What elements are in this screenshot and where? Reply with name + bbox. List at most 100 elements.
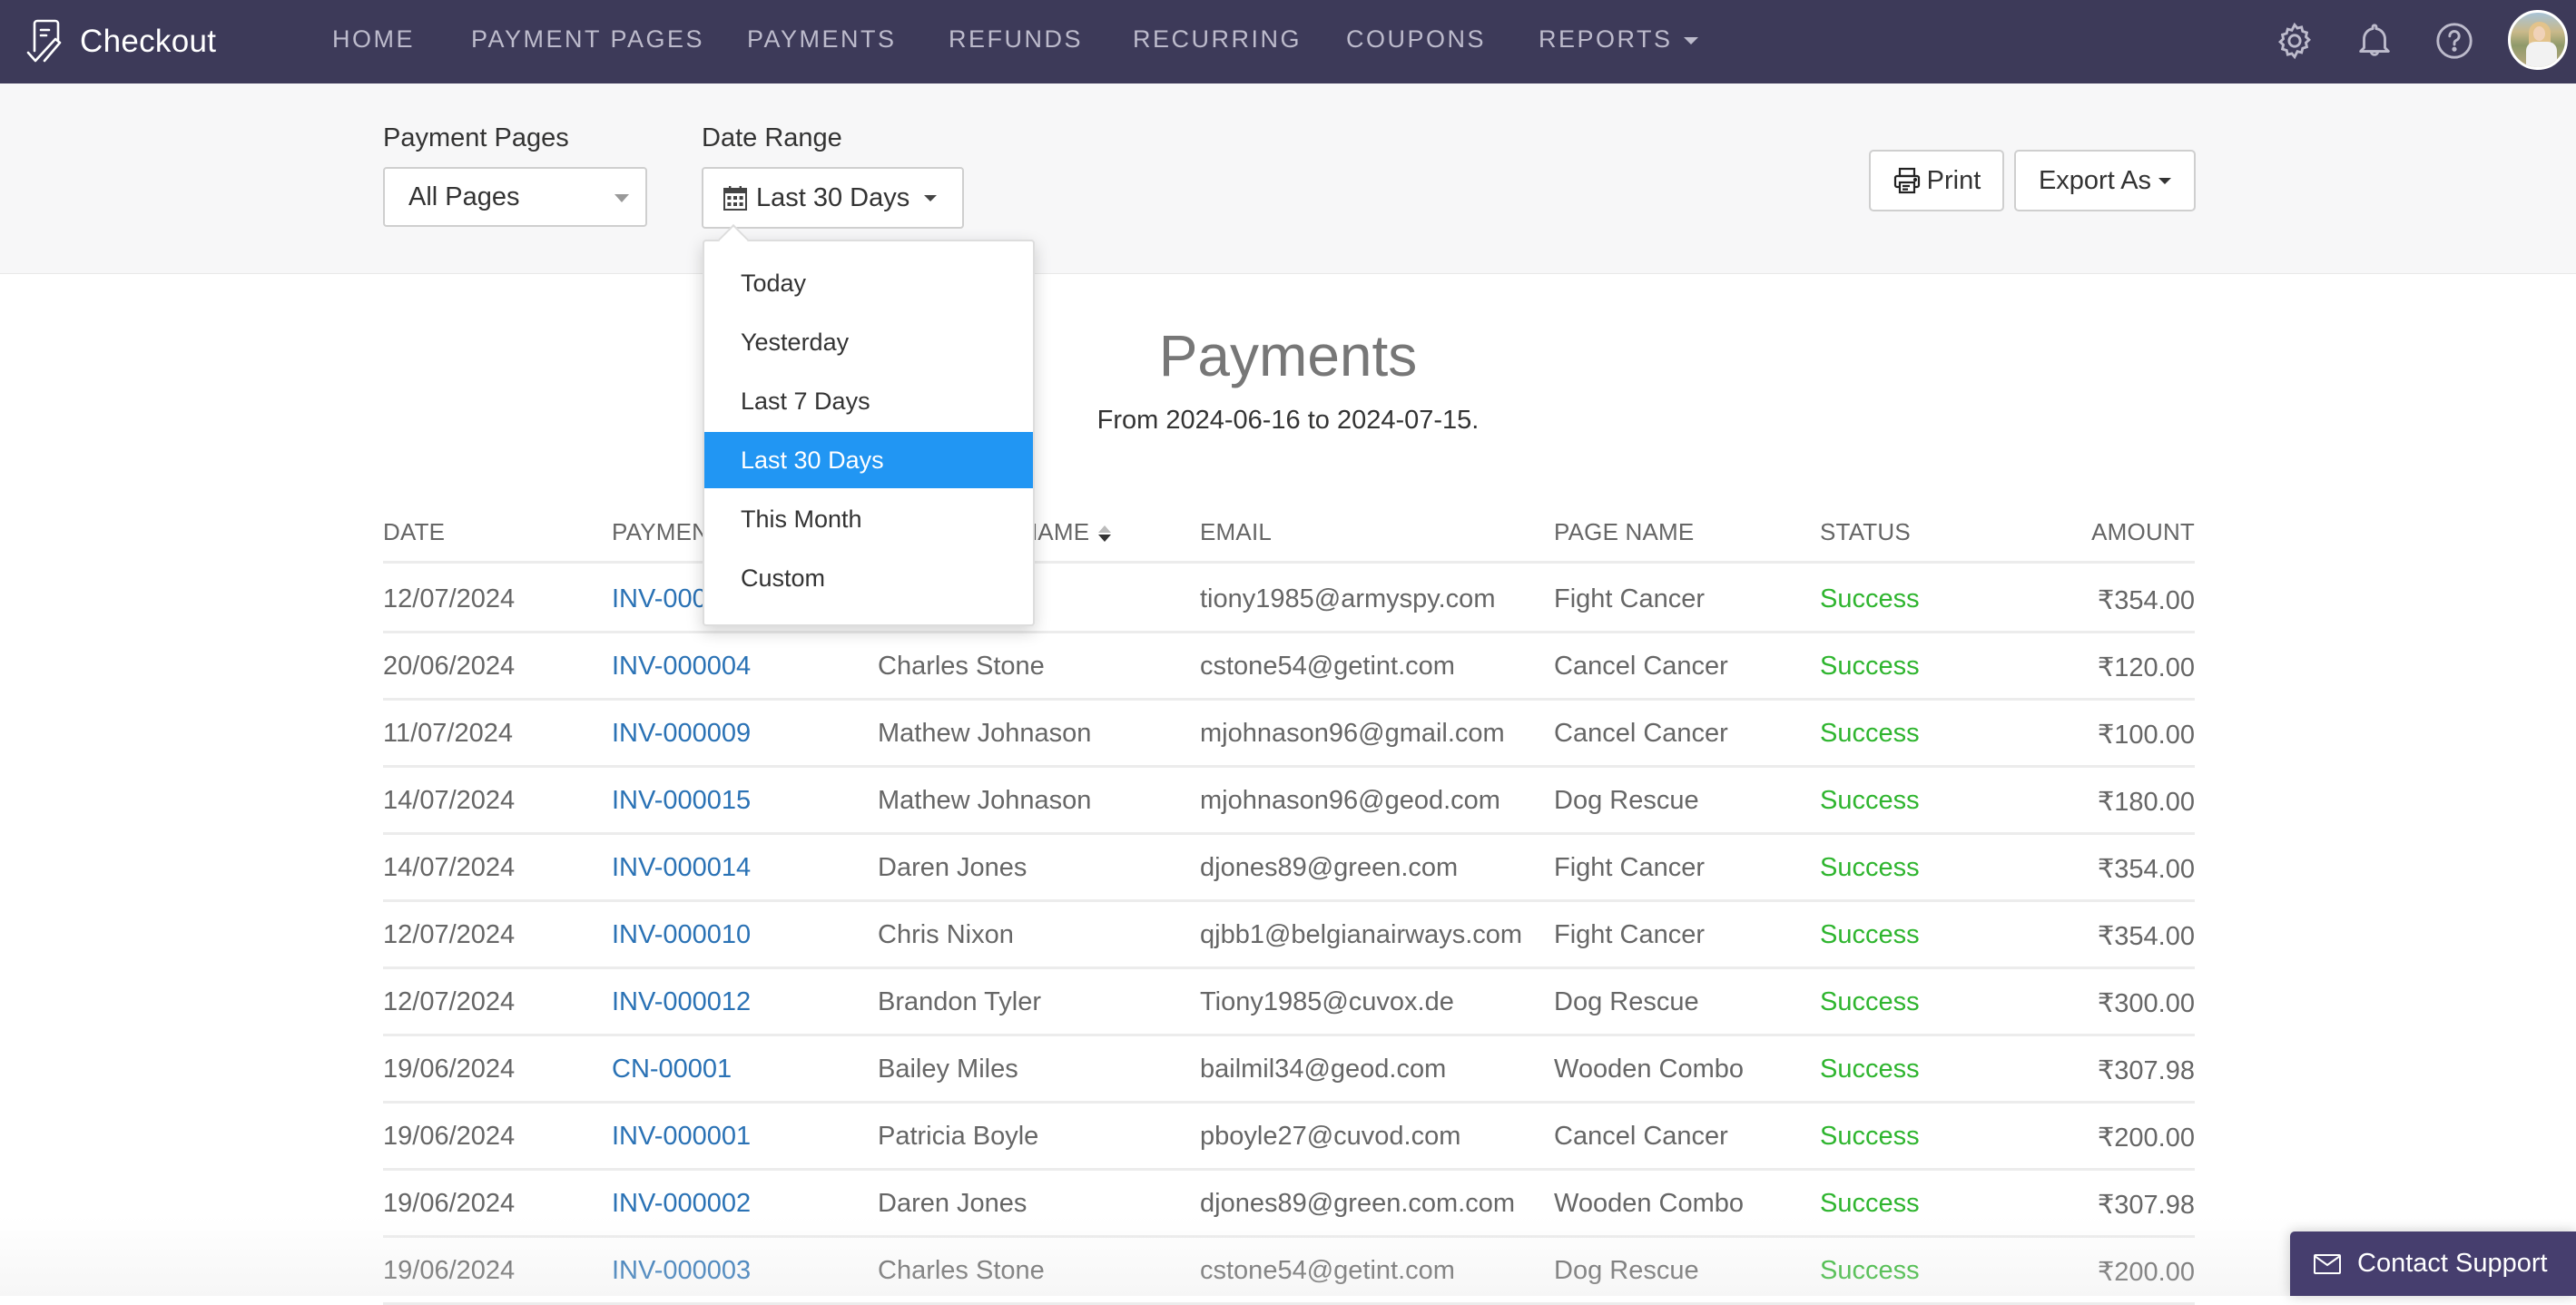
cell-customer: Chris Nixon [878, 920, 1014, 949]
date-range-dropdown: Today Yesterday Last 7 Days Last 30 Days… [703, 224, 1035, 626]
payment-pages-select[interactable]: All Pages [383, 167, 647, 227]
cell-email: mjohnason96@geod.com [1200, 786, 1500, 815]
cell-payment-link[interactable]: INV-000009 [612, 719, 751, 749]
payment-pages-label: Payment Pages [383, 123, 569, 152]
table-row: 14/07/2024 INV-000015 Mathew Johnason mjohn… [383, 768, 2195, 835]
table-row: 14/07/2024 INV-000014 Daren Jones djones89@… [383, 835, 2195, 902]
nav-recurring[interactable]: RECURRING [1133, 25, 1302, 54]
print-label: Print [1926, 165, 1981, 195]
cell-date: 19/06/2024 [383, 1055, 516, 1084]
status-badge: Success [1820, 1189, 1920, 1218]
date-option-last-30-days[interactable]: Last 30 Days [704, 432, 1033, 488]
col-email[interactable]: EMAIL [1200, 518, 1272, 546]
gear-icon[interactable] [2274, 20, 2315, 62]
date-option-last-7-days[interactable]: Last 7 Days [704, 373, 1033, 429]
cell-email: djones89@green.com.com [1200, 1189, 1516, 1218]
table-row: 20/06/2024 INV-000004 Charles Stone cstone5… [383, 633, 2195, 701]
nav-refunds[interactable]: REFUNDS [949, 25, 1083, 54]
status-badge: Success [1820, 652, 1920, 681]
cell-customer: Charles Stone [878, 1256, 1045, 1285]
cell-payment-link[interactable]: INV-000015 [612, 786, 751, 816]
cell-amount: ₹354.00 [2097, 586, 2195, 615]
date-option-custom[interactable]: Custom [704, 550, 1033, 606]
help-circle-icon[interactable] [2433, 20, 2475, 62]
cell-payment-link[interactable]: INV-000001 [612, 1122, 751, 1152]
user-avatar[interactable] [2508, 10, 2568, 70]
date-range-select[interactable]: Last 30 Days [702, 167, 964, 229]
cell-date: 19/06/2024 [383, 1189, 516, 1218]
cell-date: 14/07/2024 [383, 853, 516, 882]
cell-payment-link[interactable]: INV-000004 [612, 652, 751, 682]
cell-customer: Charles Stone [878, 652, 1045, 681]
payment-pages-value: All Pages [408, 182, 520, 211]
cell-payment-link[interactable]: INV-000012 [612, 987, 751, 1017]
nav-reports[interactable]: REPORTS [1539, 25, 1698, 54]
col-amount[interactable]: AMOUNT [2091, 518, 2195, 546]
sort-icon[interactable] [1098, 525, 1112, 543]
export-as-label: Export As [2038, 165, 2152, 195]
cell-amount: ₹300.00 [2097, 989, 2195, 1018]
cell-amount: ₹307.98 [2097, 1191, 2195, 1220]
table-row: 19/06/2024 CN-00001 Bailey Miles bailmil34@… [383, 1036, 2195, 1104]
cell-email: tiony1985@armyspy.com [1200, 584, 1496, 613]
cell-date: 12/07/2024 [383, 920, 516, 949]
nav-payment-pages[interactable]: PAYMENT PAGES [471, 25, 704, 54]
col-status[interactable]: STATUS [1820, 518, 1911, 546]
cell-amount: ₹354.00 [2097, 855, 2195, 884]
cell-page-name: Dog Rescue [1554, 1256, 1699, 1285]
cell-payment-link[interactable]: INV-000014 [612, 853, 751, 883]
cell-amount: ₹120.00 [2097, 653, 2195, 682]
cell-amount: ₹200.00 [2097, 1123, 2195, 1153]
cell-page-name: Cancel Cancer [1554, 719, 1728, 748]
cell-payment-link[interactable]: CN-00001 [612, 1055, 732, 1084]
cell-customer: Bailey Miles [878, 1055, 1018, 1084]
table-row: 12/07/2024 INV-000012 Brandon Tyler Tiony19… [383, 969, 2195, 1036]
cell-payment-link[interactable]: INV-000 [612, 584, 707, 614]
table-row: 19/06/2024 INV-000002 Daren Jones djones89@… [383, 1171, 2195, 1238]
nav-home[interactable]: HOME [332, 25, 415, 54]
checkout-logo-icon [26, 19, 62, 63]
status-badge: Success [1820, 920, 1920, 949]
date-range-subtitle: From 2024-06-16 to 2024-07-15. [1096, 406, 1480, 435]
nav-coupons[interactable]: COUPONS [1346, 25, 1486, 54]
chevron-down-icon [1683, 36, 1698, 44]
cell-customer: Daren Jones [878, 853, 1027, 882]
status-badge: Success [1820, 1256, 1920, 1285]
filter-bar: Payment Pages All Pages Date Range Last … [0, 83, 2576, 274]
chevron-down-icon [2158, 177, 2172, 184]
table-row: 12/07/2024 INV-000 tiony1985@armyspy.com Fi… [383, 566, 2195, 633]
cell-page-name: Fight Cancer [1554, 853, 1706, 882]
cell-date: 20/06/2024 [383, 652, 516, 681]
contact-support-button[interactable]: Contact Support [2290, 1231, 2576, 1296]
cell-date: 11/07/2024 [383, 719, 513, 748]
export-as-button[interactable]: Export As [2014, 150, 2196, 211]
status-badge: Success [1820, 1122, 1920, 1151]
cell-amount: ₹354.00 [2097, 922, 2195, 951]
col-date[interactable]: DATE [383, 518, 445, 546]
date-option-today[interactable]: Today [704, 255, 1033, 311]
nav-payments[interactable]: PAYMENTS [747, 25, 897, 54]
cell-amount: ₹307.98 [2097, 1056, 2195, 1085]
cell-payment-link[interactable]: INV-000010 [612, 920, 751, 950]
date-option-this-month[interactable]: This Month [704, 491, 1033, 547]
cell-email: cstone54@getint.com [1200, 652, 1455, 681]
col-page-name[interactable]: PAGE NAME [1554, 518, 1694, 546]
cell-page-name: Wooden Combo [1554, 1055, 1745, 1084]
bell-icon[interactable] [2354, 20, 2395, 62]
mail-icon [2314, 1253, 2341, 1274]
status-badge: Success [1820, 786, 1920, 815]
cell-email: pboyle27@cuvod.com [1200, 1122, 1461, 1151]
date-range-label: Date Range [702, 123, 842, 152]
table-row: 19/06/2024 INV-000003 Charles Stone cstone5… [383, 1238, 2195, 1305]
top-navbar: Checkout HOME PAYMENT PAGES PAYMENTS REF… [0, 0, 2576, 83]
cell-payment-link[interactable]: INV-000002 [612, 1189, 751, 1219]
cell-amount: ₹200.00 [2097, 1258, 2195, 1287]
cell-page-name: Wooden Combo [1554, 1189, 1745, 1218]
cell-payment-link[interactable]: INV-000003 [612, 1256, 751, 1286]
print-button[interactable]: Print [1869, 150, 2004, 211]
brand-logo[interactable]: Checkout [25, 15, 216, 69]
date-option-yesterday[interactable]: Yesterday [704, 314, 1033, 370]
status-badge: Success [1820, 584, 1920, 613]
nav-reports-label: REPORTS [1539, 25, 1673, 53]
status-badge: Success [1820, 987, 1920, 1016]
